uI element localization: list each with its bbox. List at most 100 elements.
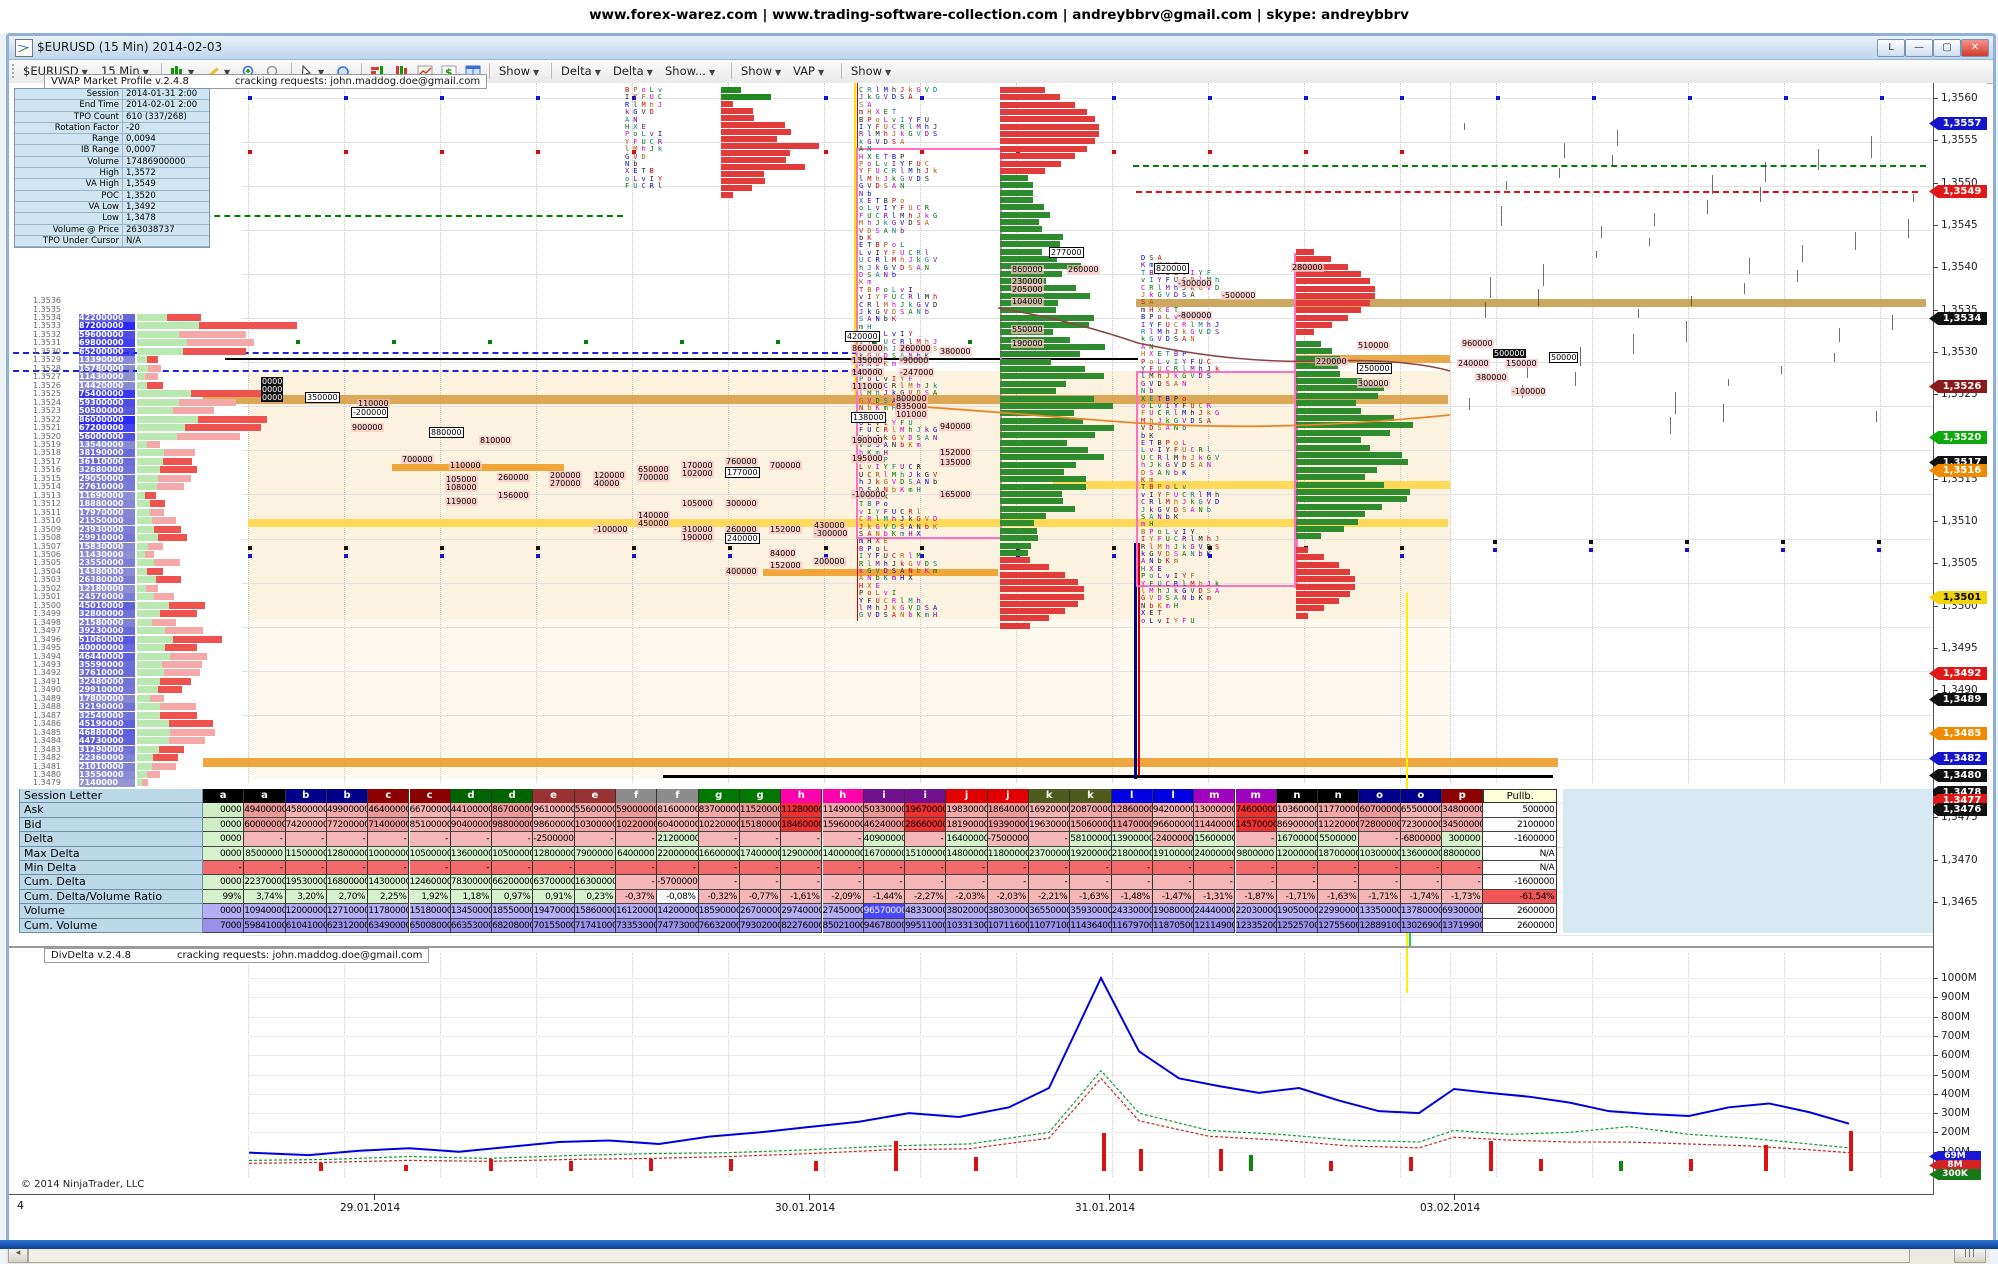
menu-show-1[interactable]: Show▼ [499, 63, 539, 80]
menu-show-3[interactable]: Show▼ [851, 63, 891, 80]
menu-delta-2[interactable]: Delta▼ [613, 63, 653, 80]
cluster-value: -300000 [813, 529, 848, 538]
ladder-price: 1.3533 [33, 322, 77, 330]
marker-dot [728, 546, 732, 550]
marker-dot [1496, 96, 1500, 100]
session-letter-cell: g [699, 789, 740, 803]
table-cell: 79302000 [740, 919, 781, 933]
profile-bar [721, 157, 786, 163]
price-badge: 1,3489 [1929, 693, 1987, 706]
marker-dot [248, 96, 252, 100]
table-cell: 22990000 [1318, 904, 1359, 918]
ladder-bid-bar [137, 382, 147, 389]
price-bar [1575, 372, 1576, 386]
menu-show-dots[interactable]: Show...▼ [665, 63, 715, 80]
table-cell: - [616, 875, 657, 889]
table-cell: 15060000 [1070, 818, 1111, 832]
cluster-value: 550000 [1011, 325, 1044, 334]
ladder-ask-bar [154, 559, 180, 566]
chart-canvas[interactable]: BPoLvIYFUCRlMhJkGVDANHXEPoLvIYFUCRlMhJkG… [9, 83, 1987, 1238]
ladder-price: 1.3525 [33, 390, 77, 398]
axis-tick [1933, 183, 1938, 184]
session-letter-cell: n [1277, 789, 1318, 803]
table-cell: - [1194, 875, 1235, 889]
info-key: Volume [15, 157, 123, 167]
table-cell: 73353000 [616, 919, 657, 933]
profile-bar [1000, 197, 1033, 203]
table-cell: - [1029, 861, 1070, 875]
table-cell: - [1277, 861, 1318, 875]
table-cell: - [864, 861, 905, 875]
date-tick [374, 1194, 375, 1200]
table-cell: 13780000 [1401, 904, 1442, 918]
table-cell: 22000000 [657, 847, 698, 861]
profile-bar [1000, 491, 1062, 497]
toolbar-grip-icon[interactable] [12, 64, 18, 78]
ladder-volume: 22360000 [79, 754, 135, 762]
marker-dot [632, 554, 636, 558]
table-cell: 16600000 [699, 847, 740, 861]
ladder-ask-bar [187, 339, 254, 346]
price-bar [1506, 181, 1507, 190]
table-row-label: Max Delta [19, 847, 203, 861]
table-cell: 10220000 [699, 818, 740, 832]
table-right-filler [1563, 789, 1933, 933]
table-cell: -5700000 [657, 875, 698, 889]
table-cell: 19830000 [946, 803, 987, 817]
table-cell: 96100000 [533, 803, 574, 817]
menu-show-2[interactable]: Show▼ [741, 63, 781, 80]
window-titlebar[interactable]: $EURUSD (15 Min) 2014-02-03 L — ▢ ✕ [9, 36, 1993, 60]
link-button[interactable]: L [1877, 39, 1905, 57]
table-cell: 60700000 [1359, 803, 1400, 817]
ladder-price: 1.3505 [33, 559, 77, 567]
ladder-bid-bar [137, 458, 163, 465]
table-cell: 34500000 [1442, 818, 1483, 832]
menu-vap[interactable]: VAP▼ [793, 63, 824, 80]
price-bar [1538, 289, 1539, 306]
cluster-value: 220000 [1315, 357, 1348, 366]
ladder-volume: 23550000 [79, 559, 135, 567]
axis-tick [1933, 394, 1938, 395]
decoration [1400, 83, 1402, 783]
info-row: High1,3572 [15, 168, 209, 179]
profile-bar [1000, 175, 1028, 181]
table-cell: 19630000 [1029, 818, 1070, 832]
cluster-value: 260000 [899, 344, 932, 353]
cluster-value: 880000 [429, 427, 464, 438]
cluster-value: 190000 [681, 533, 714, 542]
marker-dot [536, 150, 540, 154]
ladder-bid-bar [137, 576, 156, 583]
table-cell: 19390000 [988, 818, 1029, 832]
axis-tick-label: 1,3465 [1941, 896, 1978, 908]
decoration [242, 494, 1933, 495]
table-cell: 99% [203, 890, 244, 904]
profile-bar [1296, 445, 1370, 451]
axis-tick [1933, 479, 1938, 480]
cluster-value: 84000 [769, 549, 796, 558]
cluster-value: 108000 [445, 483, 478, 492]
table-cell: 128891000 [1359, 919, 1400, 933]
price-bar [1908, 219, 1909, 238]
divdelta-price-badge: 300K [1929, 1169, 1981, 1180]
price-bar [1744, 283, 1745, 294]
ladder-bid-bar [137, 441, 147, 448]
marker-dot [1400, 554, 1404, 558]
table-row-label: Bid [19, 818, 203, 832]
cluster-value: 102000 [681, 469, 714, 478]
session-letter-cell: l [1153, 789, 1194, 803]
ladder-bid-bar [137, 483, 157, 490]
table-cell: 13450000 [451, 904, 492, 918]
profile-bar [1296, 605, 1324, 611]
ladder-ask-bar [169, 737, 205, 744]
minimize-button[interactable]: — [1905, 39, 1933, 57]
maximize-button[interactable]: ▢ [1933, 39, 1961, 57]
profile-bar [1296, 459, 1408, 465]
ladder-bid-bar [137, 348, 183, 355]
table-cell: 10360000 [1277, 803, 1318, 817]
price-badge: 1,3476 [1929, 803, 1987, 816]
close-button[interactable]: ✕ [1961, 39, 1989, 57]
menu-delta-1[interactable]: Delta▼ [561, 63, 601, 80]
ladder-ask-bar [158, 475, 191, 482]
table-cell: 14000000 [823, 847, 864, 861]
profile-bar [1000, 219, 1039, 225]
